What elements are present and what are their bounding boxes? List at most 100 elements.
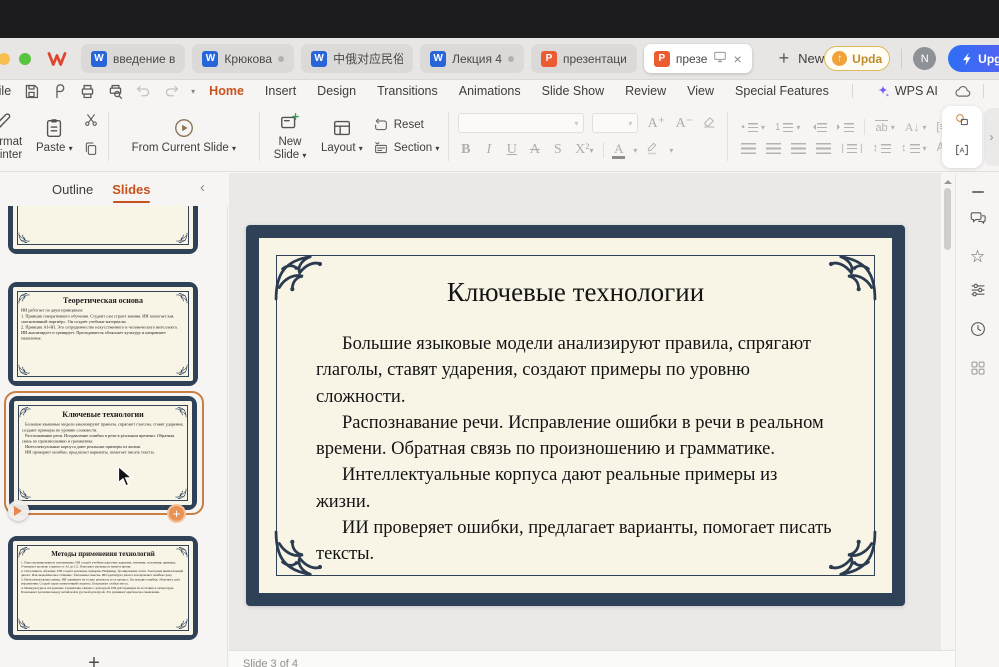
undo-icon [135, 83, 152, 100]
from-current-slide-button[interactable]: From Current Slide ▾ [118, 117, 250, 155]
thumb-text-line: Распознавание речи. Исправление ошибки в… [22, 433, 184, 444]
doc-tab-3[interactable]: W 中俄对应民俗 [301, 44, 413, 73]
cloud-sync-icon[interactable] [954, 83, 971, 100]
format-painter-button[interactable]: Format Painter [0, 111, 26, 162]
scissors-icon [83, 112, 99, 128]
quick-add-slide-button[interactable]: + [167, 504, 186, 523]
settings-sliders-icon[interactable] [969, 281, 987, 304]
print-preview-icon[interactable] [107, 83, 124, 100]
menu-design[interactable]: Design [317, 82, 356, 100]
menu-wps-ai[interactable]: WPS AI [876, 84, 938, 98]
slide-body-textbox[interactable]: Большие языковые модели анализируют прав… [316, 331, 835, 567]
layout-label: Layout ▾ [321, 142, 363, 155]
thumb-text-line: 1. Персонализированное запоминание. ИИ с… [21, 561, 185, 569]
slide-canvas: Ключевые технологии Большие языковые мод… [229, 173, 941, 650]
doc-tab-active[interactable]: P презе × [644, 44, 752, 73]
doc-tab-5[interactable]: P презентаци [531, 44, 637, 73]
menu-file[interactable]: File [0, 84, 11, 98]
current-slide[interactable]: Ключевые технологии Большие языковые мод… [246, 225, 905, 606]
shapes-icon[interactable] [954, 112, 970, 133]
play-from-slide-button[interactable] [8, 500, 29, 521]
menu-transitions[interactable]: Transitions [377, 82, 438, 100]
monitor-icon [713, 50, 727, 67]
tab-outline[interactable]: Outline [52, 179, 93, 200]
expand-panel-tab[interactable]: › [984, 108, 999, 166]
favorites-star-icon[interactable]: ☆ [970, 248, 985, 265]
thumb-slide-title: Теоретическая основа [21, 296, 185, 305]
thumb-text-line: Большие языковые модели анализируют прав… [22, 422, 184, 433]
section-button[interactable]: Section ▾ [373, 140, 440, 156]
slide-thumbnail-2[interactable]: Теоретическая основа ИИ работает по двум… [8, 282, 198, 386]
divider [852, 84, 853, 98]
minimize-traffic-light[interactable] [0, 53, 10, 65]
align-right-button [791, 143, 806, 154]
slide-title[interactable]: Ключевые технологии [259, 238, 892, 308]
paragraph-spacing-button: ↕▾ [901, 142, 927, 154]
update-button[interactable]: ↑ Upda [824, 46, 890, 71]
thumb-text-line: 2. Принцип AI+HI. Это сотрудничество иск… [21, 325, 185, 342]
zoom-traffic-light[interactable] [19, 53, 31, 65]
export-pdf-icon[interactable] [51, 83, 68, 100]
avatar[interactable]: N [913, 47, 936, 70]
font-size-select[interactable]: ▾ [592, 113, 638, 133]
slide-thumbnail-3-selected[interactable]: Ключевые технологии Большие языковые мод… [4, 391, 204, 515]
slide-thumbnail-list: Теоретическая основа ИИ работает по двум… [0, 206, 228, 667]
menu-insert[interactable]: Insert [265, 82, 296, 100]
layout-button[interactable]: Layout ▾ [321, 117, 363, 155]
slide-counter: Slide 3 of 4 [243, 658, 298, 667]
menu-home[interactable]: Home [209, 82, 244, 100]
font-color-button: A [612, 142, 625, 159]
comments-icon[interactable] [969, 209, 987, 232]
menu-review[interactable]: Review [625, 82, 666, 100]
scroll-up-arrow-icon[interactable] [944, 176, 952, 184]
quickbar-more-chevron-icon[interactable]: ▾ [191, 87, 195, 96]
font-family-select[interactable]: ▾ [458, 113, 584, 133]
upgrade-now-button[interactable]: Upgrade Now [948, 45, 999, 72]
insert-tools-panel: A [942, 106, 982, 168]
history-clock-icon[interactable] [969, 320, 987, 343]
new-tab-button[interactable]: + New [779, 48, 825, 69]
doc-tab-4[interactable]: W Лекция 4 [420, 44, 524, 73]
scrollbar-thumb[interactable] [944, 188, 951, 250]
thumb-text-line: ИИ проверяет ошибки, предлагает варианты… [22, 450, 184, 456]
sidebar-collapse-dash-icon[interactable] [972, 191, 984, 193]
play-circle-icon [173, 117, 195, 139]
copy-button[interactable] [83, 141, 99, 162]
new-slide-button[interactable]: New Slide ▾ [269, 111, 311, 162]
slide-paragraph: ИИ проверяет ошибки, предлагает варианты… [316, 515, 835, 568]
save-icon[interactable] [23, 83, 40, 100]
redo-icon [163, 83, 180, 100]
doc-tab-1[interactable]: W введение в [81, 44, 185, 73]
presentation-doc-icon: P [654, 51, 670, 67]
reset-button[interactable]: Reset [373, 117, 440, 133]
slide-thumbnail-1[interactable] [8, 206, 208, 255]
align-center-button [766, 143, 781, 154]
update-label: Upda [852, 52, 882, 66]
tab-label: 中俄对应民俗 [333, 50, 403, 67]
menu-slide-show[interactable]: Slide Show [542, 82, 605, 100]
writer-doc-icon: W [202, 51, 218, 67]
tab-slides[interactable]: Slides [112, 179, 150, 200]
add-slide-button[interactable]: + [80, 652, 108, 667]
slide-paragraph: Интеллектуальные корпуса дают реальные п… [316, 462, 835, 515]
doc-tab-2[interactable]: W Крюкова [192, 44, 294, 73]
menu-special-features[interactable]: Special Features [735, 82, 829, 100]
align-left-button [741, 143, 756, 154]
menu-view[interactable]: View [687, 82, 714, 100]
menu-animations[interactable]: Animations [459, 82, 521, 100]
cut-button[interactable] [83, 112, 99, 133]
apps-grid-icon[interactable] [969, 359, 987, 382]
canvas-scrollbar[interactable] [943, 176, 952, 636]
slide-paper[interactable]: Ключевые технологии Большие языковые мод… [259, 238, 892, 593]
increase-font-button: A⁺ [646, 115, 666, 132]
close-tab-icon[interactable]: × [733, 52, 741, 66]
upgrade-label: Upgrade Now [978, 52, 999, 66]
wps-logo-icon[interactable] [47, 51, 67, 67]
print-icon[interactable] [79, 83, 96, 100]
slide-thumbnail-4[interactable]: Методы применения технологий 1. Персонал… [8, 536, 198, 640]
text-box-icon[interactable]: A [954, 142, 970, 163]
paste-button[interactable]: Paste ▾ [36, 117, 73, 155]
quick-access-bar: ▾ [23, 83, 195, 100]
tab-label: введение в [113, 52, 175, 66]
collapse-left-panel-icon[interactable]: ‹ [200, 179, 205, 196]
